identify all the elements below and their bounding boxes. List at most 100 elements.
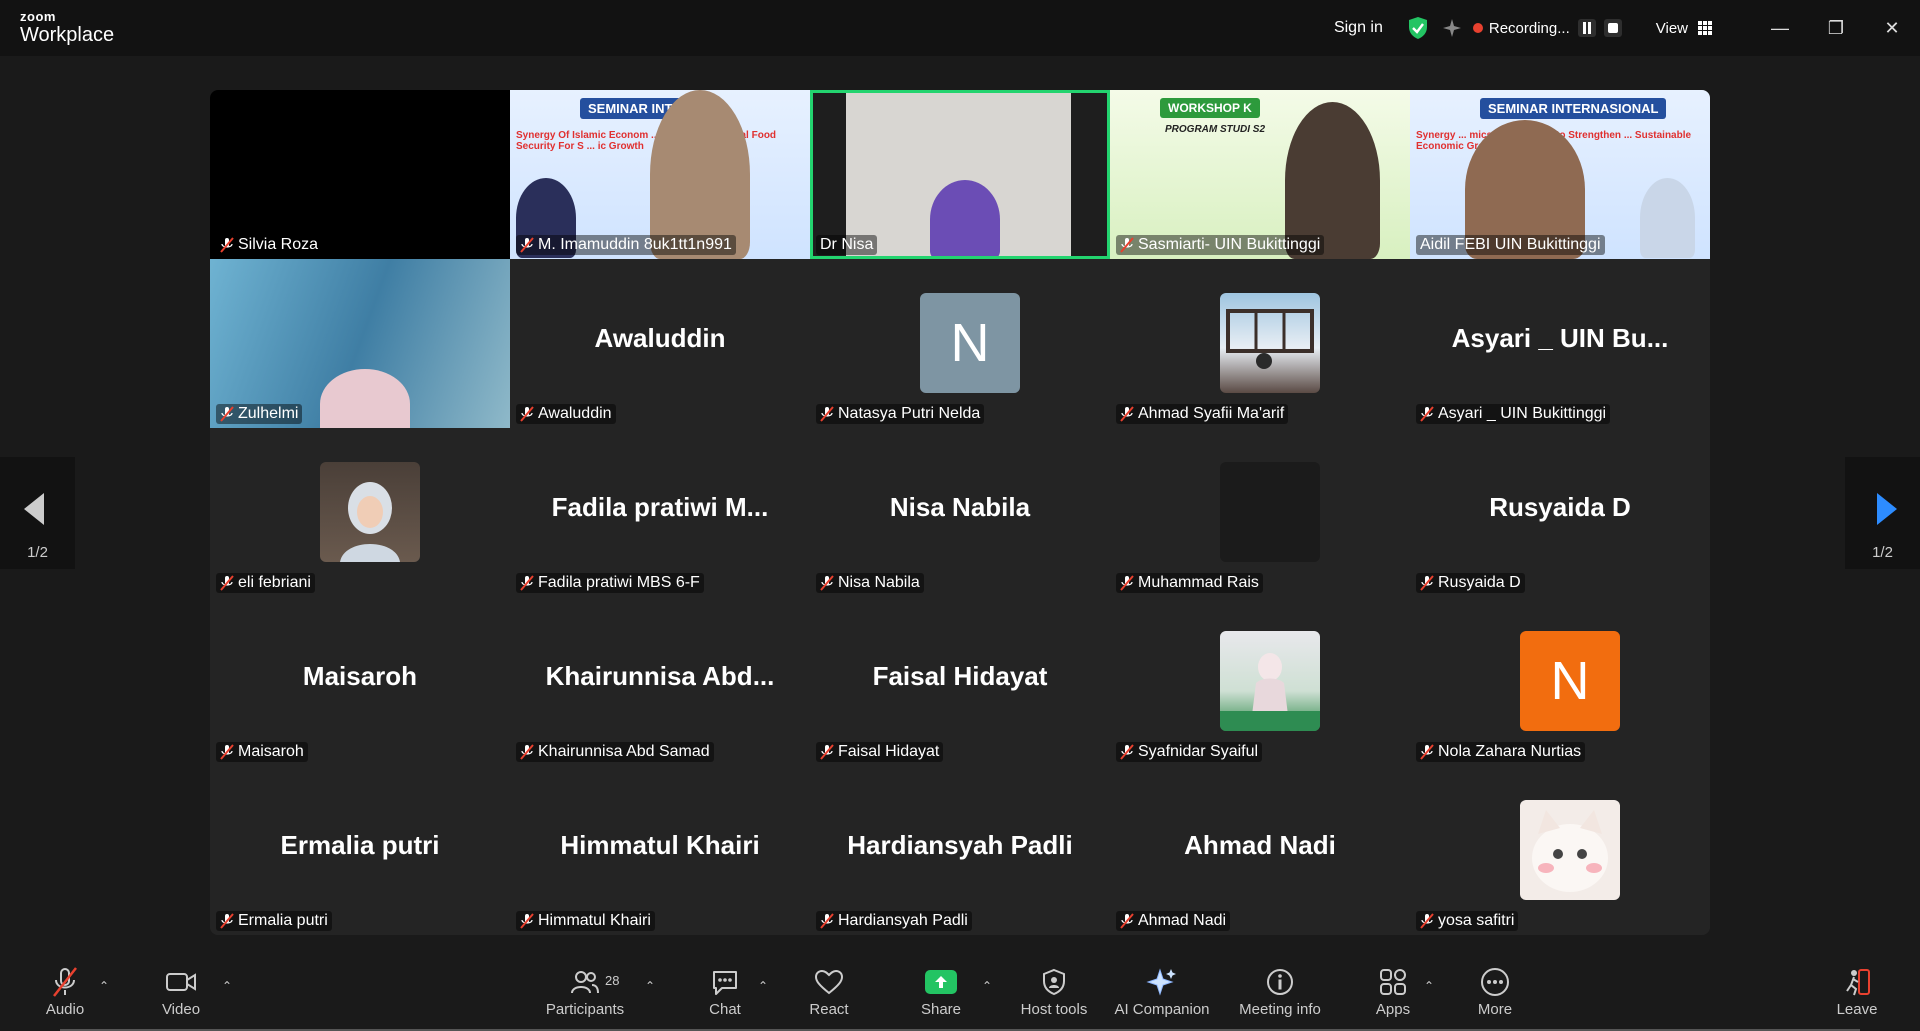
participant-display-name: Himmatul Khairi [560, 830, 760, 860]
close-icon[interactable]: ✕ [1864, 0, 1920, 56]
participant-tile[interactable]: Silvia Roza [210, 90, 510, 259]
video-label: Video [161, 1001, 201, 1018]
participant-name: Rusyaida D [1416, 573, 1525, 593]
participant-tile[interactable]: yosa safitri [1410, 766, 1710, 935]
poster-heading: WORKSHOP K [1160, 98, 1260, 118]
shield-check-icon[interactable] [1405, 15, 1431, 41]
sign-in-button[interactable]: Sign in [1322, 13, 1395, 43]
participant-tile[interactable]: Khairunnisa Abd... Khairunnisa Abd Samad [510, 597, 810, 766]
mic-muted-icon [520, 406, 534, 427]
participant-tile[interactable]: Fadila pratiwi M... Fadila pratiwi MBS 6… [510, 428, 810, 597]
participant-name: Fadila pratiwi MBS 6-F [516, 573, 704, 593]
arrow-left-icon [24, 493, 44, 525]
mic-muted-icon [520, 744, 534, 765]
poster-heading: SEMINAR INTERNASIONAL [1480, 98, 1667, 119]
chat-button[interactable]: Chat [700, 955, 750, 1031]
share-options-caret-icon[interactable]: ⌃ [982, 979, 992, 993]
avatar [1220, 462, 1320, 562]
heart-icon [814, 965, 844, 999]
share-screen-icon [925, 965, 957, 999]
grid-icon [1698, 21, 1712, 35]
meeting-info-button[interactable]: Meeting info [1230, 955, 1330, 1031]
leave-button[interactable]: Leave [1832, 955, 1882, 1031]
participant-tile[interactable]: Ahmad Syafii Ma'arif [1110, 259, 1410, 428]
participant-tile[interactable]: N Natasya Putri Nelda [810, 259, 1110, 428]
avatar: N [920, 293, 1020, 393]
page-indicator: 1/2 [1872, 544, 1893, 561]
audio-button[interactable]: Audio [40, 955, 90, 1031]
participant-display-name: Fadila pratiwi M... [551, 492, 769, 522]
view-button[interactable]: View [1656, 20, 1712, 37]
minimize-icon[interactable]: — [1752, 0, 1808, 56]
previous-page-button[interactable]: 1/2 [0, 457, 75, 569]
stop-recording-button[interactable] [1603, 19, 1622, 37]
host-tools-button[interactable]: Host tools [1014, 955, 1094, 1031]
title-bar: zoom Workplace Sign in Recording... View… [0, 0, 1920, 56]
apps-label: Apps [1375, 1001, 1411, 1018]
participant-name: Syafnidar Syaiful [1116, 742, 1263, 765]
arrow-right-icon [1877, 493, 1897, 525]
apps-button[interactable]: Apps [1368, 955, 1418, 1031]
participant-display-name: Khairunnisa Abd... [545, 661, 775, 691]
recording-status[interactable]: Recording... [1472, 19, 1622, 37]
participant-tile[interactable]: Faisal Hidayat Faisal Hidayat [810, 597, 1110, 766]
participant-tile[interactable]: SEMINAR INTERNASIONAL Synergy ... mics a… [1410, 90, 1710, 259]
participant-tile[interactable]: Nisa Nabila Nisa Nabila [810, 428, 1110, 597]
participant-name: M. Imamuddin 8uk1tt1n991 [516, 235, 736, 255]
mic-muted-icon [820, 744, 834, 765]
participant-tile[interactable]: eli febriani [210, 428, 510, 597]
mic-muted-icon [1420, 406, 1434, 427]
participant-tile[interactable]: WORKSHOP K PROGRAM STUDI S2 Sasmiarti- U… [1110, 90, 1410, 259]
share-button[interactable]: Share [916, 955, 966, 1031]
avatar [320, 462, 420, 562]
participant-tile[interactable]: Ahmad Nadi Ahmad Nadi [1110, 766, 1410, 935]
participant-tile[interactable]: Syafnidar Syaiful [1110, 597, 1410, 766]
participants-button[interactable]: Participants [540, 955, 630, 1031]
zoom-logo: zoom Workplace [20, 10, 114, 45]
next-page-button[interactable]: 1/2 [1845, 457, 1920, 569]
mic-muted-icon [1120, 744, 1134, 765]
participant-name: Ahmad Nadi [1116, 911, 1231, 931]
participant-tile[interactable]: Hardiansyah Padli Hardiansyah Padli [810, 766, 1110, 935]
participant-name: Awaluddin [516, 404, 616, 424]
participant-tile[interactable]: Maisaroh Maisaroh [210, 597, 510, 766]
audio-label: Audio [45, 1001, 85, 1018]
participant-tile[interactable]: Asyari _ UIN Bu... Asyari _ UIN Bukittin… [1410, 259, 1710, 428]
participant-tile[interactable]: Rusyaida D Rusyaida D [1410, 428, 1710, 597]
participant-tile[interactable]: Ermalia putri Ermalia putri [210, 766, 510, 935]
participant-display-name: Maisaroh [302, 661, 418, 691]
mic-muted-icon [1120, 575, 1134, 596]
participant-name: Nisa Nabila [816, 573, 924, 593]
more-button[interactable]: More [1470, 955, 1520, 1031]
restore-icon[interactable]: ❐ [1808, 0, 1864, 56]
video-button[interactable]: Video [156, 955, 206, 1031]
audio-options-caret-icon[interactable]: ⌃ [99, 979, 109, 993]
participant-tile[interactable]: Muhammad Rais [1110, 428, 1410, 597]
react-button[interactable]: React [804, 955, 854, 1031]
microphone-muted-icon [50, 965, 80, 999]
participant-tile[interactable]: Himmatul Khairi Himmatul Khairi [510, 766, 810, 935]
page-indicator: 1/2 [27, 544, 48, 561]
participants-count: 28 [605, 973, 620, 988]
chat-options-caret-icon[interactable]: ⌃ [758, 979, 768, 993]
sparkle-icon[interactable] [1439, 15, 1465, 41]
participant-display-name: Rusyaida D [1489, 492, 1631, 522]
participant-tile[interactable]: N Nola Zahara Nurtias [1410, 597, 1710, 766]
participant-name: Faisal Hidayat [816, 742, 944, 765]
apps-options-caret-icon[interactable]: ⌃ [1424, 979, 1434, 993]
participant-tile[interactable]: Zulhelmi [210, 259, 510, 428]
ai-companion-button[interactable]: AI Companion [1110, 955, 1214, 1031]
participants-options-caret-icon[interactable]: ⌃ [645, 979, 655, 993]
avatar [1220, 631, 1320, 731]
participant-tile[interactable]: SEMINAR INT Synergy Of Islamic Econom ..… [510, 90, 810, 259]
view-label: View [1655, 19, 1688, 37]
participant-tile[interactable]: Awaluddin Awaluddin [510, 259, 810, 428]
participant-tile[interactable]: Dr Nisa [810, 90, 1110, 259]
mic-muted-icon [520, 575, 534, 596]
participant-name: Muhammad Rais [1116, 573, 1263, 593]
participant-name: Zulhelmi [216, 404, 303, 424]
video-options-caret-icon[interactable]: ⌃ [222, 979, 232, 993]
participant-display-name: Awaluddin [594, 323, 726, 353]
mic-muted-icon [220, 913, 234, 934]
pause-recording-button[interactable] [1577, 19, 1596, 37]
